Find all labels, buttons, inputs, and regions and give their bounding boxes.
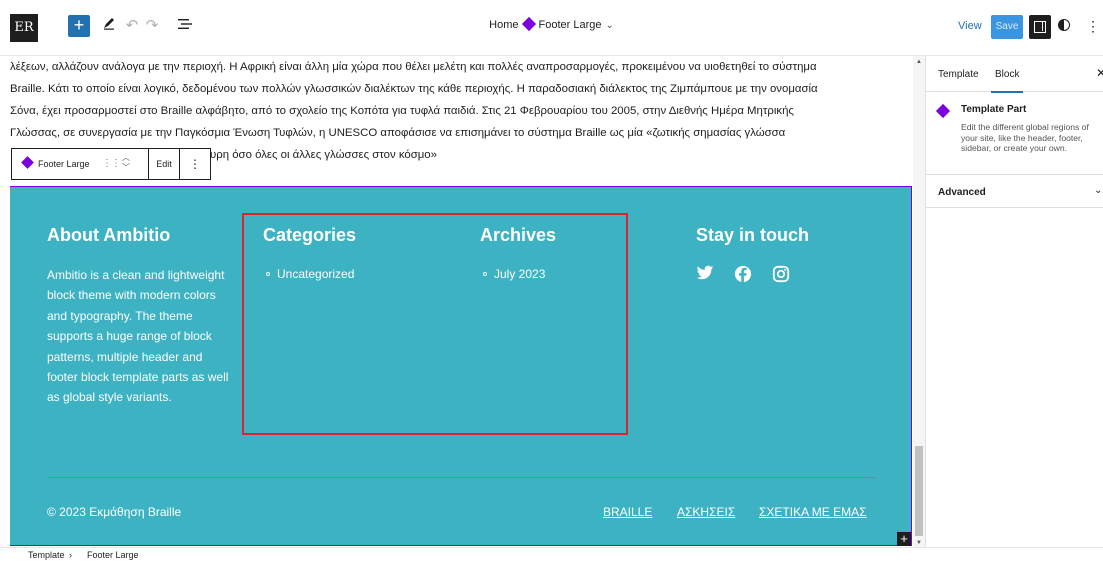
chevron-down-icon: ⌄ [1094, 185, 1103, 196]
chevron-down-icon: ⌄ [605, 20, 614, 31]
about-heading: About Ambitio [47, 225, 171, 245]
selection-highlight [242, 213, 628, 435]
view-button[interactable]: View [958, 20, 982, 32]
block-options-button[interactable]: ⋮ [180, 149, 210, 179]
settings-panel-toggle[interactable] [1029, 15, 1051, 39]
about-text: Ambitio is a clean and lightweight block… [47, 268, 229, 405]
footer-link-braille[interactable]: BRAILLE [603, 505, 652, 519]
breadcrumb-footer-large[interactable]: Footer Large [87, 550, 139, 560]
facebook-icon[interactable] [734, 265, 752, 283]
contrast-icon [1058, 19, 1070, 31]
block-card-title: Template Part [961, 104, 1027, 115]
paragraph-line: Σόνα, έχει προσαρμοστεί στο Braille αλφά… [10, 105, 794, 117]
block-name: Footer Large [38, 159, 90, 169]
edit-button[interactable]: Edit [149, 149, 180, 179]
styles-button[interactable] [1056, 17, 1072, 33]
sidebar-icon [1034, 21, 1046, 33]
settings-sidebar: Template Block ✕ Template Part Edit the … [925, 56, 1103, 547]
scroll-up-icon[interactable]: ▲ [916, 59, 922, 65]
template-part-icon [21, 156, 34, 169]
tab-block[interactable]: Block [990, 69, 1024, 93]
editor-header: ER + ↶ ↷ Home Footer Large ⌄ View Save ⋮ [0, 0, 1103, 56]
twitter-icon[interactable] [696, 265, 714, 283]
block-inserter-icon[interactable]: + [897, 532, 911, 546]
footer-link-exercises[interactable]: ΑΣΚΗΣΕΙΣ [677, 505, 735, 519]
sidebar-tabs: Template Block ✕ [926, 56, 1103, 93]
title-current: Footer Large [538, 19, 602, 31]
breadcrumb-separator-icon: › [69, 550, 72, 560]
save-button[interactable]: Save [991, 15, 1023, 39]
scrollbar-thumb[interactable] [915, 446, 923, 536]
template-part-icon [935, 103, 951, 119]
footer-divider [47, 477, 876, 478]
tab-template[interactable]: Template [938, 69, 979, 80]
more-options-icon[interactable]: ⋮ [1086, 15, 1100, 37]
footer-link-about-us[interactable]: ΣΧΕΤΙΚΑ ΜΕ ΕΜΑΣ [759, 505, 867, 519]
scroll-down-icon[interactable]: ▼ [916, 540, 922, 546]
move-up-down-icon[interactable]: ︿ ﹀ [122, 153, 130, 173]
close-icon[interactable]: ✕ [1096, 66, 1103, 80]
advanced-label: Advanced [938, 187, 986, 198]
paragraph-line: Braille. Κάτι το οποίο είναι λογικό, δεδ… [10, 83, 818, 95]
breadcrumb-template[interactable]: Template [28, 550, 65, 560]
paragraph-line: Γλώσσας, σε συνεργασία με την Παγκόσμια … [10, 127, 786, 139]
editor-canvas[interactable]: λέξεων, αλλάζουν ανάλογα με την περιοχή.… [0, 56, 913, 547]
site-editor: ER + ↶ ↷ Home Footer Large ⌄ View Save ⋮ λ… [0, 0, 1103, 561]
document-title[interactable]: Home Footer Large ⌄ [0, 16, 1103, 32]
instagram-icon[interactable] [772, 265, 790, 283]
footer-template-part[interactable]: About Ambitio Ambitio is a clean and lig… [10, 186, 912, 546]
stay-heading: Stay in touch [696, 225, 810, 245]
template-part-icon [522, 16, 537, 32]
drag-handle-icon[interactable]: ⋮⋮ [102, 158, 121, 169]
social-icons [696, 265, 806, 285]
canvas-scrollbar[interactable]: ▲ ▼ [913, 56, 925, 547]
paragraph-line: λέξεων, αλλάζουν ανάλογα με την περιοχή.… [10, 61, 817, 73]
copyright-text: © 2023 Εκμάθηση Braille [47, 505, 182, 519]
title-home: Home [489, 19, 519, 31]
block-toolbar: Footer Large ⋮⋮ ︿ ﹀ Edit ⋮ [11, 148, 211, 180]
advanced-panel-toggle[interactable]: Advanced ⌄ [926, 174, 1103, 208]
block-breadcrumb: Template › Footer Large [0, 547, 1103, 561]
block-card-description: Edit the different global regions of you… [961, 122, 1089, 153]
